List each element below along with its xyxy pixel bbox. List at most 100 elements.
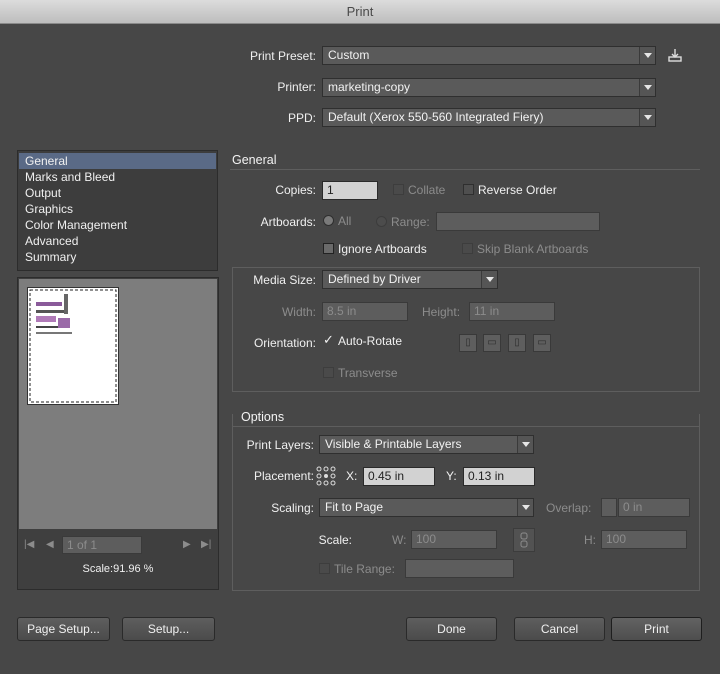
- overlap-field[interactable]: 0 in: [618, 498, 690, 517]
- page-setup-button[interactable]: Page Setup...: [17, 617, 110, 641]
- landscape-flipped-orientation-icon[interactable]: ▭: [533, 334, 551, 352]
- y-position-field[interactable]: 0.13 in: [463, 467, 535, 486]
- cancel-button[interactable]: Cancel: [514, 617, 605, 641]
- previous-page-icon[interactable]: ◀: [46, 539, 54, 550]
- scaling-value: Fit to Page: [325, 500, 384, 514]
- skip-blank-artboards-label: Skip Blank Artboards: [477, 242, 589, 256]
- skip-blank-artboards-checkbox[interactable]: [462, 243, 473, 254]
- artboards-range-radio[interactable]: [376, 216, 387, 227]
- media-size-value: Defined by Driver: [328, 272, 421, 286]
- sidebar-item-advanced[interactable]: Advanced: [19, 233, 216, 249]
- placement-label: Placement:: [253, 469, 314, 483]
- scale-height-label: H:: [584, 533, 596, 547]
- page-indicator-field[interactable]: 1 of 1: [62, 536, 142, 554]
- media-size-dropdown[interactable]: Defined by Driver: [322, 270, 498, 289]
- printer-label: Printer:: [277, 80, 316, 94]
- ppd-dropdown[interactable]: Default (Xerox 550-560 Integrated Fiery): [322, 108, 656, 127]
- artboards-all-label: All: [338, 214, 352, 228]
- height-label: Height:: [422, 305, 461, 319]
- x-label: X:: [346, 469, 358, 483]
- tile-range-label: Tile Range:: [334, 562, 395, 576]
- copies-field[interactable]: 1: [322, 181, 378, 200]
- preview-panel: |◀ ◀ 1 of 1 ▶ ▶| Scale:91.96 %: [17, 277, 219, 590]
- orientation-label: Orientation:: [253, 336, 316, 350]
- save-preset-icon[interactable]: [666, 47, 684, 63]
- sidebar-item-color-management[interactable]: Color Management: [19, 217, 216, 233]
- category-list: General Marks and Bleed Output Graphics …: [17, 150, 218, 271]
- next-page-icon[interactable]: ▶: [183, 539, 191, 550]
- tile-range-checkbox[interactable]: [319, 563, 330, 574]
- print-preset-value: Custom: [328, 48, 370, 62]
- portrait-flipped-orientation-icon[interactable]: ▯: [508, 334, 526, 352]
- transverse-label: Transverse: [338, 366, 398, 380]
- constrain-proportions-icon[interactable]: [513, 528, 535, 552]
- done-button[interactable]: Done: [406, 617, 497, 641]
- transverse-checkbox[interactable]: [323, 367, 334, 378]
- overlap-stepper[interactable]: [601, 498, 617, 517]
- preview-area[interactable]: [19, 279, 217, 529]
- sidebar-item-summary[interactable]: Summary: [19, 249, 216, 265]
- chevron-down-icon: [639, 47, 655, 64]
- print-layers-label: Print Layers:: [246, 438, 314, 452]
- tile-range-field[interactable]: [405, 559, 514, 578]
- reverse-order-checkbox[interactable]: [463, 184, 474, 195]
- artwork-preview-icon: [29, 289, 117, 403]
- print-layers-dropdown[interactable]: Visible & Printable Layers: [319, 435, 534, 454]
- y-label: Y:: [446, 469, 457, 483]
- scaling-label: Scaling:: [271, 501, 314, 515]
- window-title: Print: [346, 4, 374, 19]
- preview-scale: Scale:91.96 %: [82, 563, 154, 575]
- options-divider: [232, 426, 700, 427]
- print-layers-value: Visible & Printable Layers: [325, 437, 462, 451]
- scaling-dropdown[interactable]: Fit to Page: [319, 498, 534, 517]
- sidebar-item-graphics[interactable]: Graphics: [19, 201, 216, 217]
- scale-height-field[interactable]: 100: [601, 530, 687, 549]
- collate-checkbox[interactable]: [393, 184, 404, 195]
- ppd-label: PPD:: [287, 111, 316, 125]
- chevron-down-icon: [517, 436, 533, 453]
- sidebar-item-output[interactable]: Output: [19, 185, 216, 201]
- artboards-range-field[interactable]: [436, 212, 600, 231]
- print-preset-dropdown[interactable]: Custom: [322, 46, 656, 65]
- media-size-label: Media Size:: [253, 273, 316, 287]
- scale-width-field[interactable]: 100: [411, 530, 497, 549]
- last-page-icon[interactable]: ▶|: [201, 539, 211, 550]
- artboards-range-label: Range:: [391, 215, 430, 229]
- sidebar-item-marks-and-bleed[interactable]: Marks and Bleed: [19, 169, 216, 185]
- reverse-order-label: Reverse Order: [478, 183, 557, 197]
- chevron-down-icon: [639, 109, 655, 126]
- ignore-artboards-checkbox[interactable]: [323, 243, 334, 254]
- window-title-bar: Print: [0, 0, 720, 24]
- x-position-field[interactable]: 0.45 in: [363, 467, 435, 486]
- chevron-down-icon: [517, 499, 533, 516]
- copies-label: Copies:: [275, 183, 316, 197]
- placement-grid-icon[interactable]: [316, 466, 336, 486]
- collate-label: Collate: [408, 183, 446, 197]
- height-field[interactable]: 11 in: [469, 302, 555, 321]
- width-field[interactable]: 8.5 in: [322, 302, 408, 321]
- print-button[interactable]: Print: [611, 617, 702, 641]
- print-preset-label: Print Preset:: [249, 49, 316, 63]
- scale-label: Scale:: [318, 533, 352, 547]
- heading-divider: [230, 169, 700, 170]
- first-page-icon[interactable]: |◀: [24, 539, 34, 550]
- page-thumbnail: [27, 287, 119, 405]
- chevron-down-icon: [481, 271, 497, 288]
- auto-rotate-checkbox[interactable]: ✓: [323, 333, 334, 346]
- scale-width-label: W:: [392, 533, 407, 547]
- overlap-label: Overlap:: [546, 501, 592, 515]
- artboards-label: Artboards:: [260, 215, 316, 229]
- landscape-orientation-icon[interactable]: ▭: [483, 334, 501, 352]
- printer-dropdown[interactable]: marketing-copy: [322, 78, 656, 97]
- portrait-orientation-icon[interactable]: ▯: [459, 334, 477, 352]
- auto-rotate-label: Auto-Rotate: [338, 334, 403, 348]
- sidebar-item-general[interactable]: General: [19, 153, 216, 169]
- setup-button[interactable]: Setup...: [122, 617, 215, 641]
- chevron-down-icon: [639, 79, 655, 96]
- general-heading: General: [232, 153, 277, 167]
- artboards-all-radio[interactable]: [323, 215, 334, 226]
- ignore-artboards-label: Ignore Artboards: [338, 242, 427, 256]
- width-label: Width:: [281, 305, 316, 319]
- printer-value: marketing-copy: [328, 80, 411, 94]
- ppd-value: Default (Xerox 550-560 Integrated Fiery): [328, 110, 544, 124]
